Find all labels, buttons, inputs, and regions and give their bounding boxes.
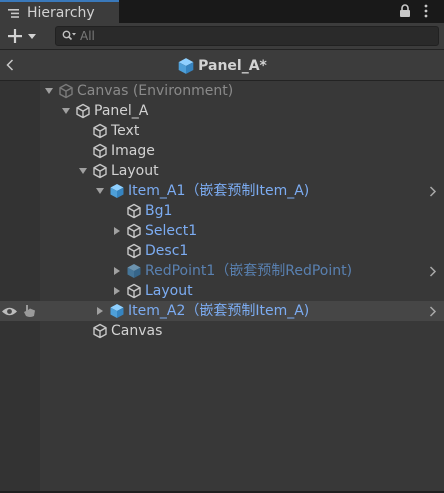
gameobject-cube-icon	[59, 83, 73, 99]
prefab-title-wrap: Panel_A*	[0, 50, 444, 81]
hierarchy-row[interactable]: Select1	[0, 221, 444, 241]
pickability-hand-icon[interactable]	[22, 304, 37, 318]
hierarchy-list-icon	[8, 9, 19, 18]
tab-label: Hierarchy	[27, 5, 95, 21]
hierarchy-row-label: Image	[111, 143, 155, 159]
tab-hierarchy[interactable]: Hierarchy	[0, 0, 119, 23]
expand-arrow-down-icon[interactable]	[61, 106, 71, 116]
prefab-mode-header: Panel_A*	[0, 50, 444, 81]
hierarchy-row-label: Canvas (Environment)	[77, 83, 234, 99]
lock-icon[interactable]	[399, 4, 411, 18]
gameobject-cube-icon	[76, 103, 90, 119]
visibility-eye-icon[interactable]	[1, 306, 18, 317]
hierarchy-row-label: Canvas	[111, 323, 163, 339]
gameobject-cube-icon	[93, 123, 107, 139]
expand-arrow-down-icon[interactable]	[95, 186, 105, 196]
search-filter-icon[interactable]	[62, 30, 76, 42]
expand-arrow-right-icon[interactable]	[95, 306, 105, 316]
hierarchy-row-label: Layout	[111, 163, 159, 179]
gameobject-cube-icon	[93, 323, 107, 339]
gameobject-cube-icon	[127, 223, 141, 239]
gameobject-cube-icon	[127, 203, 141, 219]
create-dropdown-button[interactable]	[6, 27, 40, 45]
hierarchy-tree: Canvas (Environment) Panel_A Text Image Layo…	[0, 81, 444, 491]
prefab-cube-icon	[110, 304, 124, 318]
expand-arrow-down-icon[interactable]	[78, 166, 88, 176]
tab-bar: Hierarchy	[0, 0, 444, 23]
hierarchy-row[interactable]: Layout	[0, 281, 444, 301]
hierarchy-row-label: Desc1	[145, 243, 189, 259]
search-box	[55, 26, 439, 46]
hierarchy-window: Hierarchy All Panel_A* Canvas (Environme…	[0, 0, 444, 493]
open-prefab-chevron-icon[interactable]	[429, 186, 437, 197]
open-prefab-chevron-icon[interactable]	[429, 306, 437, 317]
hierarchy-row[interactable]: RedPoint1（嵌套预制RedPoint)	[0, 261, 444, 281]
hierarchy-row-label: Layout	[145, 283, 193, 299]
prefab-cube-icon	[127, 264, 141, 278]
hierarchy-row[interactable]: Desc1	[0, 241, 444, 261]
hierarchy-row[interactable]: Bg1	[0, 201, 444, 221]
hierarchy-row[interactable]: Canvas	[0, 321, 444, 341]
hierarchy-row[interactable]: Text	[0, 121, 444, 141]
hierarchy-row-label: Item_A1（嵌套预制Item_A)	[128, 183, 310, 199]
expand-arrow-right-icon[interactable]	[112, 266, 122, 276]
hierarchy-row-label: Panel_A	[94, 103, 149, 119]
expand-arrow-right-icon[interactable]	[112, 226, 122, 236]
expand-arrow-down-icon[interactable]	[44, 86, 54, 96]
hierarchy-row[interactable]: Image	[0, 141, 444, 161]
hierarchy-row-label: Bg1	[145, 203, 173, 219]
expand-arrow-right-icon[interactable]	[112, 286, 122, 296]
search-input[interactable]	[80, 27, 430, 45]
gameobject-cube-icon	[127, 243, 141, 259]
hierarchy-row[interactable]: Item_A1（嵌套预制Item_A)	[0, 181, 444, 201]
toolbar	[0, 23, 444, 50]
gameobject-cube-icon	[127, 283, 141, 299]
gameobject-cube-icon	[93, 163, 107, 179]
hierarchy-row[interactable]: Item_A2（嵌套预制Item_A)	[0, 301, 444, 321]
hierarchy-row-label: Select1	[145, 223, 198, 239]
hierarchy-row[interactable]: Canvas (Environment)	[0, 81, 444, 101]
prefab-cube-icon	[110, 184, 124, 198]
hierarchy-row-label: Text	[111, 123, 140, 139]
hierarchy-row-label: Item_A2（嵌套预制Item_A)	[128, 303, 310, 319]
more-options-icon[interactable]	[423, 4, 429, 18]
prefab-title: Panel_A*	[198, 57, 267, 74]
gameobject-cube-icon	[93, 143, 107, 159]
prefab-cube-icon	[178, 57, 194, 74]
hierarchy-row[interactable]: Panel_A	[0, 101, 444, 121]
open-prefab-chevron-icon[interactable]	[429, 266, 437, 277]
hierarchy-row[interactable]: Layout	[0, 161, 444, 181]
hierarchy-row-label: RedPoint1（嵌套预制RedPoint)	[145, 263, 353, 279]
